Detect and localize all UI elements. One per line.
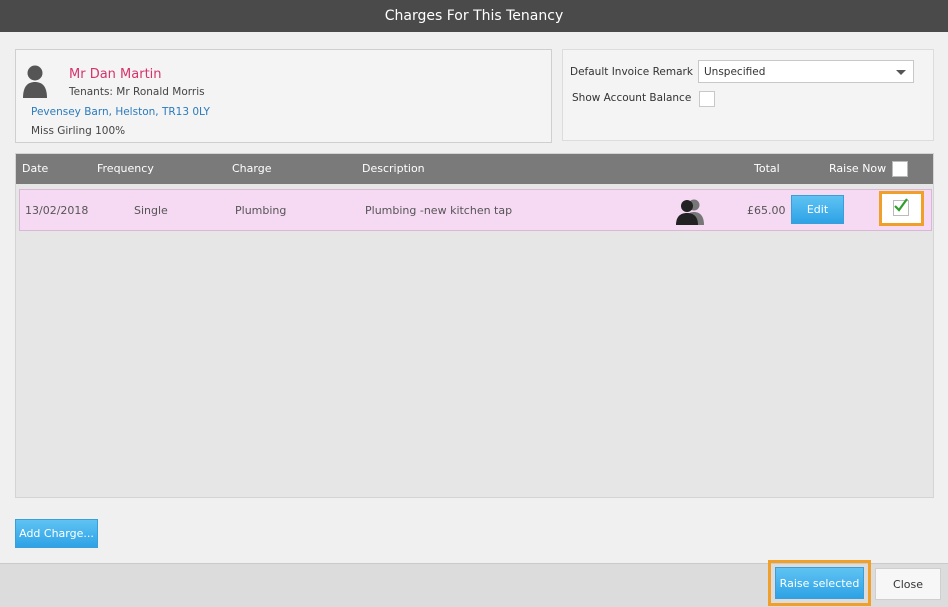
row-charge: Plumbing bbox=[235, 204, 287, 217]
default-invoice-remark-value: Unspecified bbox=[704, 66, 766, 78]
default-invoice-remark-label: Default Invoice Remark bbox=[570, 66, 693, 78]
add-charge-button[interactable]: Add Charge... bbox=[15, 519, 98, 548]
landlord-name: Mr Dan Martin bbox=[69, 67, 162, 82]
row-total: £65.00 bbox=[747, 204, 786, 217]
edit-charge-button[interactable]: Edit bbox=[791, 195, 844, 224]
column-frequency[interactable]: Frequency bbox=[97, 162, 154, 175]
row-raise-checkbox[interactable] bbox=[893, 198, 909, 216]
chevron-down-icon bbox=[896, 70, 906, 75]
show-account-balance-checkbox[interactable] bbox=[699, 91, 715, 107]
close-button[interactable]: Close bbox=[875, 568, 941, 600]
raise-selected-button[interactable]: Raise selected bbox=[775, 567, 864, 599]
charges-grid: Date Frequency Charge Description Total … bbox=[15, 153, 934, 498]
column-date[interactable]: Date bbox=[22, 162, 48, 175]
property-address-link[interactable]: Pevensey Barn, Helston, TR13 0LY bbox=[31, 106, 210, 118]
column-total[interactable]: Total bbox=[754, 162, 780, 175]
row-frequency: Single bbox=[134, 204, 168, 217]
column-raise-now[interactable]: Raise Now bbox=[829, 162, 886, 175]
default-invoice-remark-select[interactable]: Unspecified bbox=[698, 60, 914, 83]
invoice-options-panel: Default Invoice Remark Unspecified Show … bbox=[562, 49, 934, 141]
grid-header: Date Frequency Charge Description Total … bbox=[16, 154, 933, 184]
column-charge[interactable]: Charge bbox=[232, 162, 271, 175]
row-date: 13/02/2018 bbox=[25, 204, 89, 217]
people-silhouette-icon bbox=[676, 199, 704, 225]
dialog-title: Charges For This Tenancy bbox=[0, 0, 948, 32]
select-all-checkbox[interactable] bbox=[892, 161, 908, 177]
owner-share: Miss Girling 100% bbox=[31, 125, 126, 137]
column-description[interactable]: Description bbox=[362, 162, 425, 175]
row-raise-highlight bbox=[879, 191, 924, 226]
show-account-balance-label: Show Account Balance bbox=[572, 92, 692, 104]
table-row[interactable]: 13/02/2018 Single Plumbing Plumbing -new… bbox=[19, 189, 932, 231]
raise-selected-highlight: Raise selected bbox=[768, 560, 871, 606]
row-description: Plumbing -new kitchen tap bbox=[365, 204, 513, 217]
tenants-line: Tenants: Mr Ronald Morris bbox=[69, 86, 205, 98]
person-silhouette-icon bbox=[23, 65, 47, 98]
checkmark-icon bbox=[894, 198, 908, 212]
tenancy-summary-card: Mr Dan Martin Tenants: Mr Ronald Morris … bbox=[15, 49, 552, 143]
